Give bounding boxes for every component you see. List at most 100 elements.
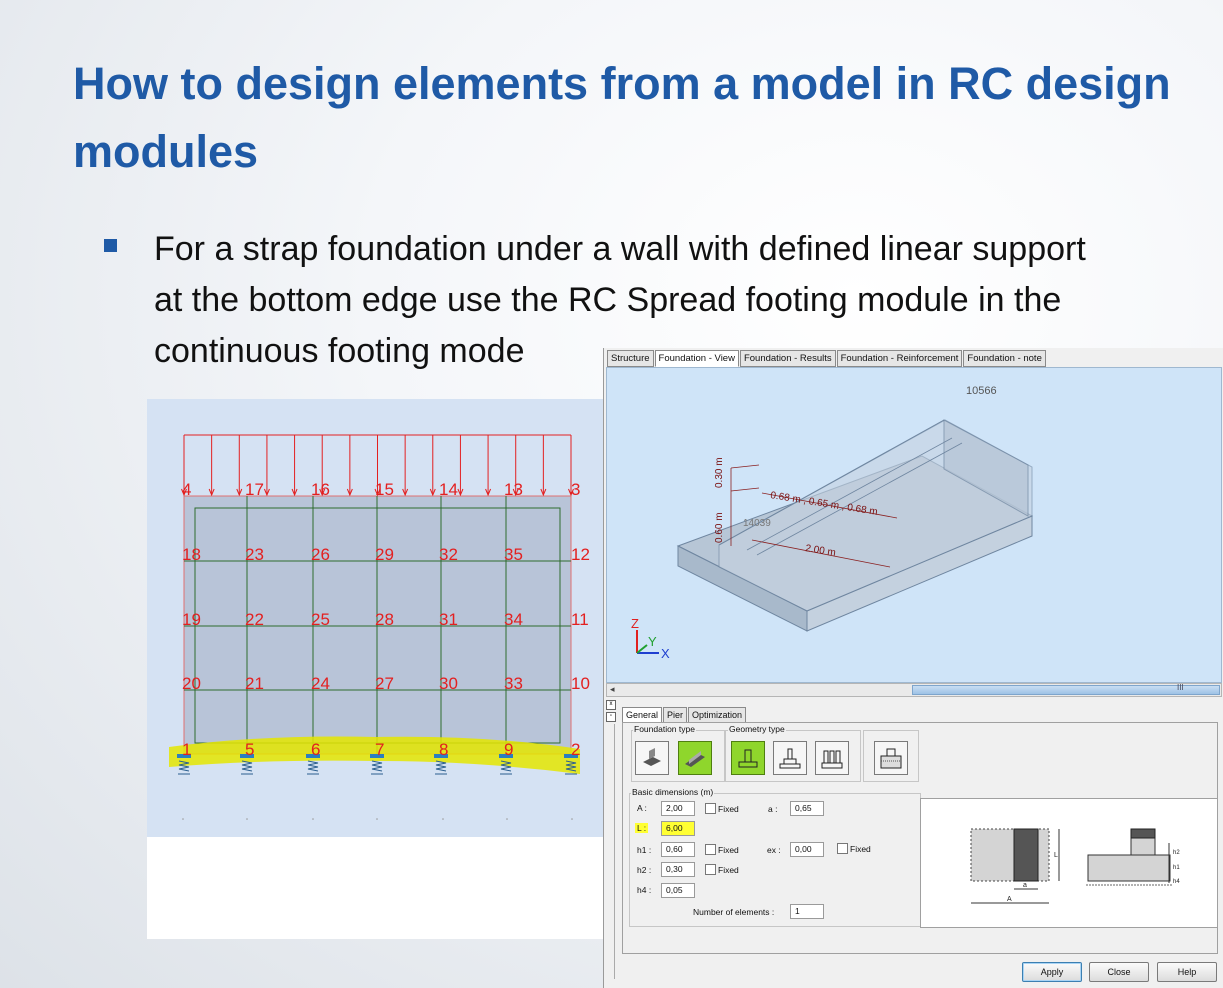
field-ex-fixed-checkbox[interactable] <box>837 843 848 854</box>
tab-foundation-results[interactable]: Foundation - Results <box>739 350 836 367</box>
field-h4-input[interactable]: 0,05 <box>661 883 695 898</box>
preview-A-label: A <box>1007 896 1012 903</box>
foundation-3d-drawing: 0.60 m 0.30 m 0.68 m , 0.65 m , 0.68 m 2… <box>631 385 1034 661</box>
footing-preview-drawing: L a A h2 h1 h4 <box>970 828 1180 904</box>
node-label: 14 <box>439 480 458 499</box>
field-h1-fixed-checkbox[interactable] <box>705 844 716 855</box>
node-label: 21 <box>245 674 264 693</box>
spread-footing-dialog: Structure Foundation - View Foundation - R… <box>603 348 1223 988</box>
axis-x-label: X <box>661 646 670 661</box>
slide-title-line1: How to design elements from a model in R… <box>73 58 1171 109</box>
tab-structure[interactable]: Structure <box>607 350 654 367</box>
help-button[interactable]: Help <box>1157 962 1217 982</box>
preview-h2-label: h2 <box>1173 850 1180 856</box>
bullet-square-icon <box>104 239 117 252</box>
field-h1-fixed-label: Fixed <box>718 845 739 855</box>
geometry-multi-pier-icon <box>821 750 843 769</box>
isolated-footing-icon <box>643 748 661 766</box>
node-label: 6 <box>311 740 320 759</box>
continuous-footing-icon <box>685 751 705 767</box>
bullet-line-1: For a strap foundation under a wall with… <box>154 230 1086 268</box>
field-h2-fixed-checkbox[interactable] <box>705 864 716 875</box>
dim-h1-label: 0.60 m <box>714 512 725 543</box>
tab-pier[interactable]: Pier <box>663 707 688 723</box>
preview-h4-label: h4 <box>1173 879 1180 885</box>
node-label: 35 <box>504 545 523 564</box>
scrollbar-thumb[interactable] <box>912 685 1220 695</box>
tab-optimization[interactable]: Optimization <box>688 707 747 723</box>
soil-layer-icon <box>880 748 902 769</box>
node-label: 27 <box>375 674 394 693</box>
axis-z-label: Z <box>631 616 639 631</box>
field-A-input[interactable]: 2,00 <box>661 801 695 816</box>
slide-title: How to design elements from a model in R… <box>73 50 1223 186</box>
node-label: 12 <box>571 545 590 564</box>
field-ex-input[interactable]: 0,00 <box>790 842 824 857</box>
foundation-type-continuous-button[interactable] <box>678 741 712 775</box>
node-label: 33 <box>504 674 523 693</box>
tab-foundation-view[interactable]: Foundation - View <box>654 350 739 367</box>
tab-general[interactable]: General <box>622 707 663 723</box>
node-label: 28 <box>375 610 394 629</box>
wall-model-drawing: 4 17 16 15 14 13 318 23 26 29 32 35 1219 22 25 28 31 34 11… <box>147 399 603 939</box>
node-label: 22 <box>245 610 264 629</box>
field-h1-input[interactable]: 0,60 <box>661 842 695 857</box>
geometry-type-label: Geometry type <box>728 724 786 734</box>
node-label: 8 <box>439 740 448 759</box>
node-label: 7 <box>375 740 384 759</box>
tab-foundation-note[interactable]: Foundation - note <box>963 350 1046 367</box>
footing-preview: L a A h2 h1 h4 <box>920 798 1218 928</box>
preview-h1-label: h1 <box>1173 865 1180 871</box>
node-label: 20 <box>182 674 201 693</box>
field-A-label: A : <box>637 803 647 813</box>
field-a-input[interactable]: 0,65 <box>790 801 824 816</box>
node-label: 19 <box>182 610 201 629</box>
node-label: 25 <box>311 610 330 629</box>
field-h2-input[interactable]: 0,30 <box>661 862 695 877</box>
slide-title-line2: modules <box>73 126 259 177</box>
field-ex-label: ex : <box>767 845 781 855</box>
axis-triad-icon: Z Y X <box>631 616 670 661</box>
pin-pane-icon[interactable]: ▫ <box>606 712 616 722</box>
node-label: 2 <box>571 740 580 759</box>
node-label: 24 <box>311 674 330 693</box>
geometry-rect-icon <box>738 749 758 768</box>
foundation-type-isolated-button[interactable] <box>635 741 669 775</box>
close-pane-icon[interactable]: x <box>606 700 616 710</box>
tab-foundation-reinforcement[interactable]: Foundation - Reinforcement <box>836 350 963 367</box>
foundation-3d-view[interactable]: 0.60 m 0.30 m 0.68 m , 0.65 m , 0.68 m 2… <box>606 367 1222 683</box>
node-label: 1 <box>182 740 191 759</box>
node-label: 13 <box>504 480 523 499</box>
node-label: 10 <box>571 674 590 693</box>
top-tab-bar: Structure Foundation - View Foundation - R… <box>607 350 1047 367</box>
field-A-fixed-label: Fixed <box>718 804 739 814</box>
field-A-fixed-checkbox[interactable] <box>705 803 716 814</box>
geometry-rect-button[interactable] <box>731 741 765 775</box>
field-L-label: L : <box>635 823 649 833</box>
close-button[interactable]: Close <box>1089 962 1149 982</box>
field-h2-label: h2 : <box>637 865 652 875</box>
node-label: 23 <box>245 545 264 564</box>
field-L-input[interactable]: 6,00 <box>661 821 695 836</box>
model-screenshot: 4 17 16 15 14 13 3 18 23 26 29 32 35 12 19 22 25 28 31 34 11… <box>147 399 603 939</box>
geometry-stepped-icon <box>779 748 801 769</box>
apply-button[interactable]: Apply <box>1022 962 1082 982</box>
node-label: 34 <box>504 610 523 629</box>
geometry-multi-pier-button[interactable] <box>815 741 849 775</box>
num-elements-label: Number of elements : <box>693 907 775 917</box>
node-label: 31 <box>439 610 458 629</box>
field-h2-fixed-label: Fixed <box>718 865 739 875</box>
node-label: 29 <box>375 545 394 564</box>
num-elements-input[interactable]: 1 <box>790 904 824 919</box>
lower-tab-bar: General Pier Optimization <box>622 707 747 723</box>
dim-h2-label: 0.30 m <box>714 457 725 488</box>
horizontal-scrollbar[interactable]: ◂ III <box>606 683 1222 697</box>
geometry-stepped-button[interactable] <box>773 741 807 775</box>
node-label: 26 <box>311 545 330 564</box>
field-ex-fixed-label: Fixed <box>850 844 871 854</box>
geometry-soil-button[interactable] <box>874 741 908 775</box>
node-number-top: 10566 <box>966 385 997 397</box>
scroll-left-icon[interactable]: ◂ <box>610 684 615 695</box>
node-label: 15 <box>375 480 394 499</box>
node-label: 4 <box>182 480 191 499</box>
